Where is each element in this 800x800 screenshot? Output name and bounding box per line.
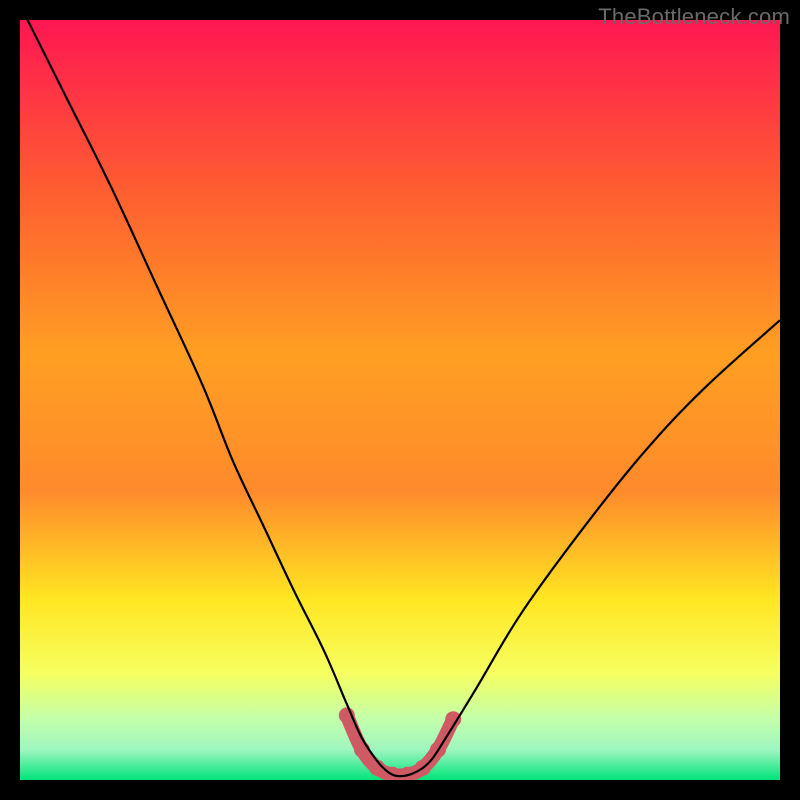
gradient-background: [20, 20, 780, 780]
plot-area: [20, 20, 780, 780]
chart-svg: [20, 20, 780, 780]
watermark-label: TheBottleneck.com: [598, 4, 790, 30]
bottleneck-chart: TheBottleneck.com: [0, 0, 800, 800]
